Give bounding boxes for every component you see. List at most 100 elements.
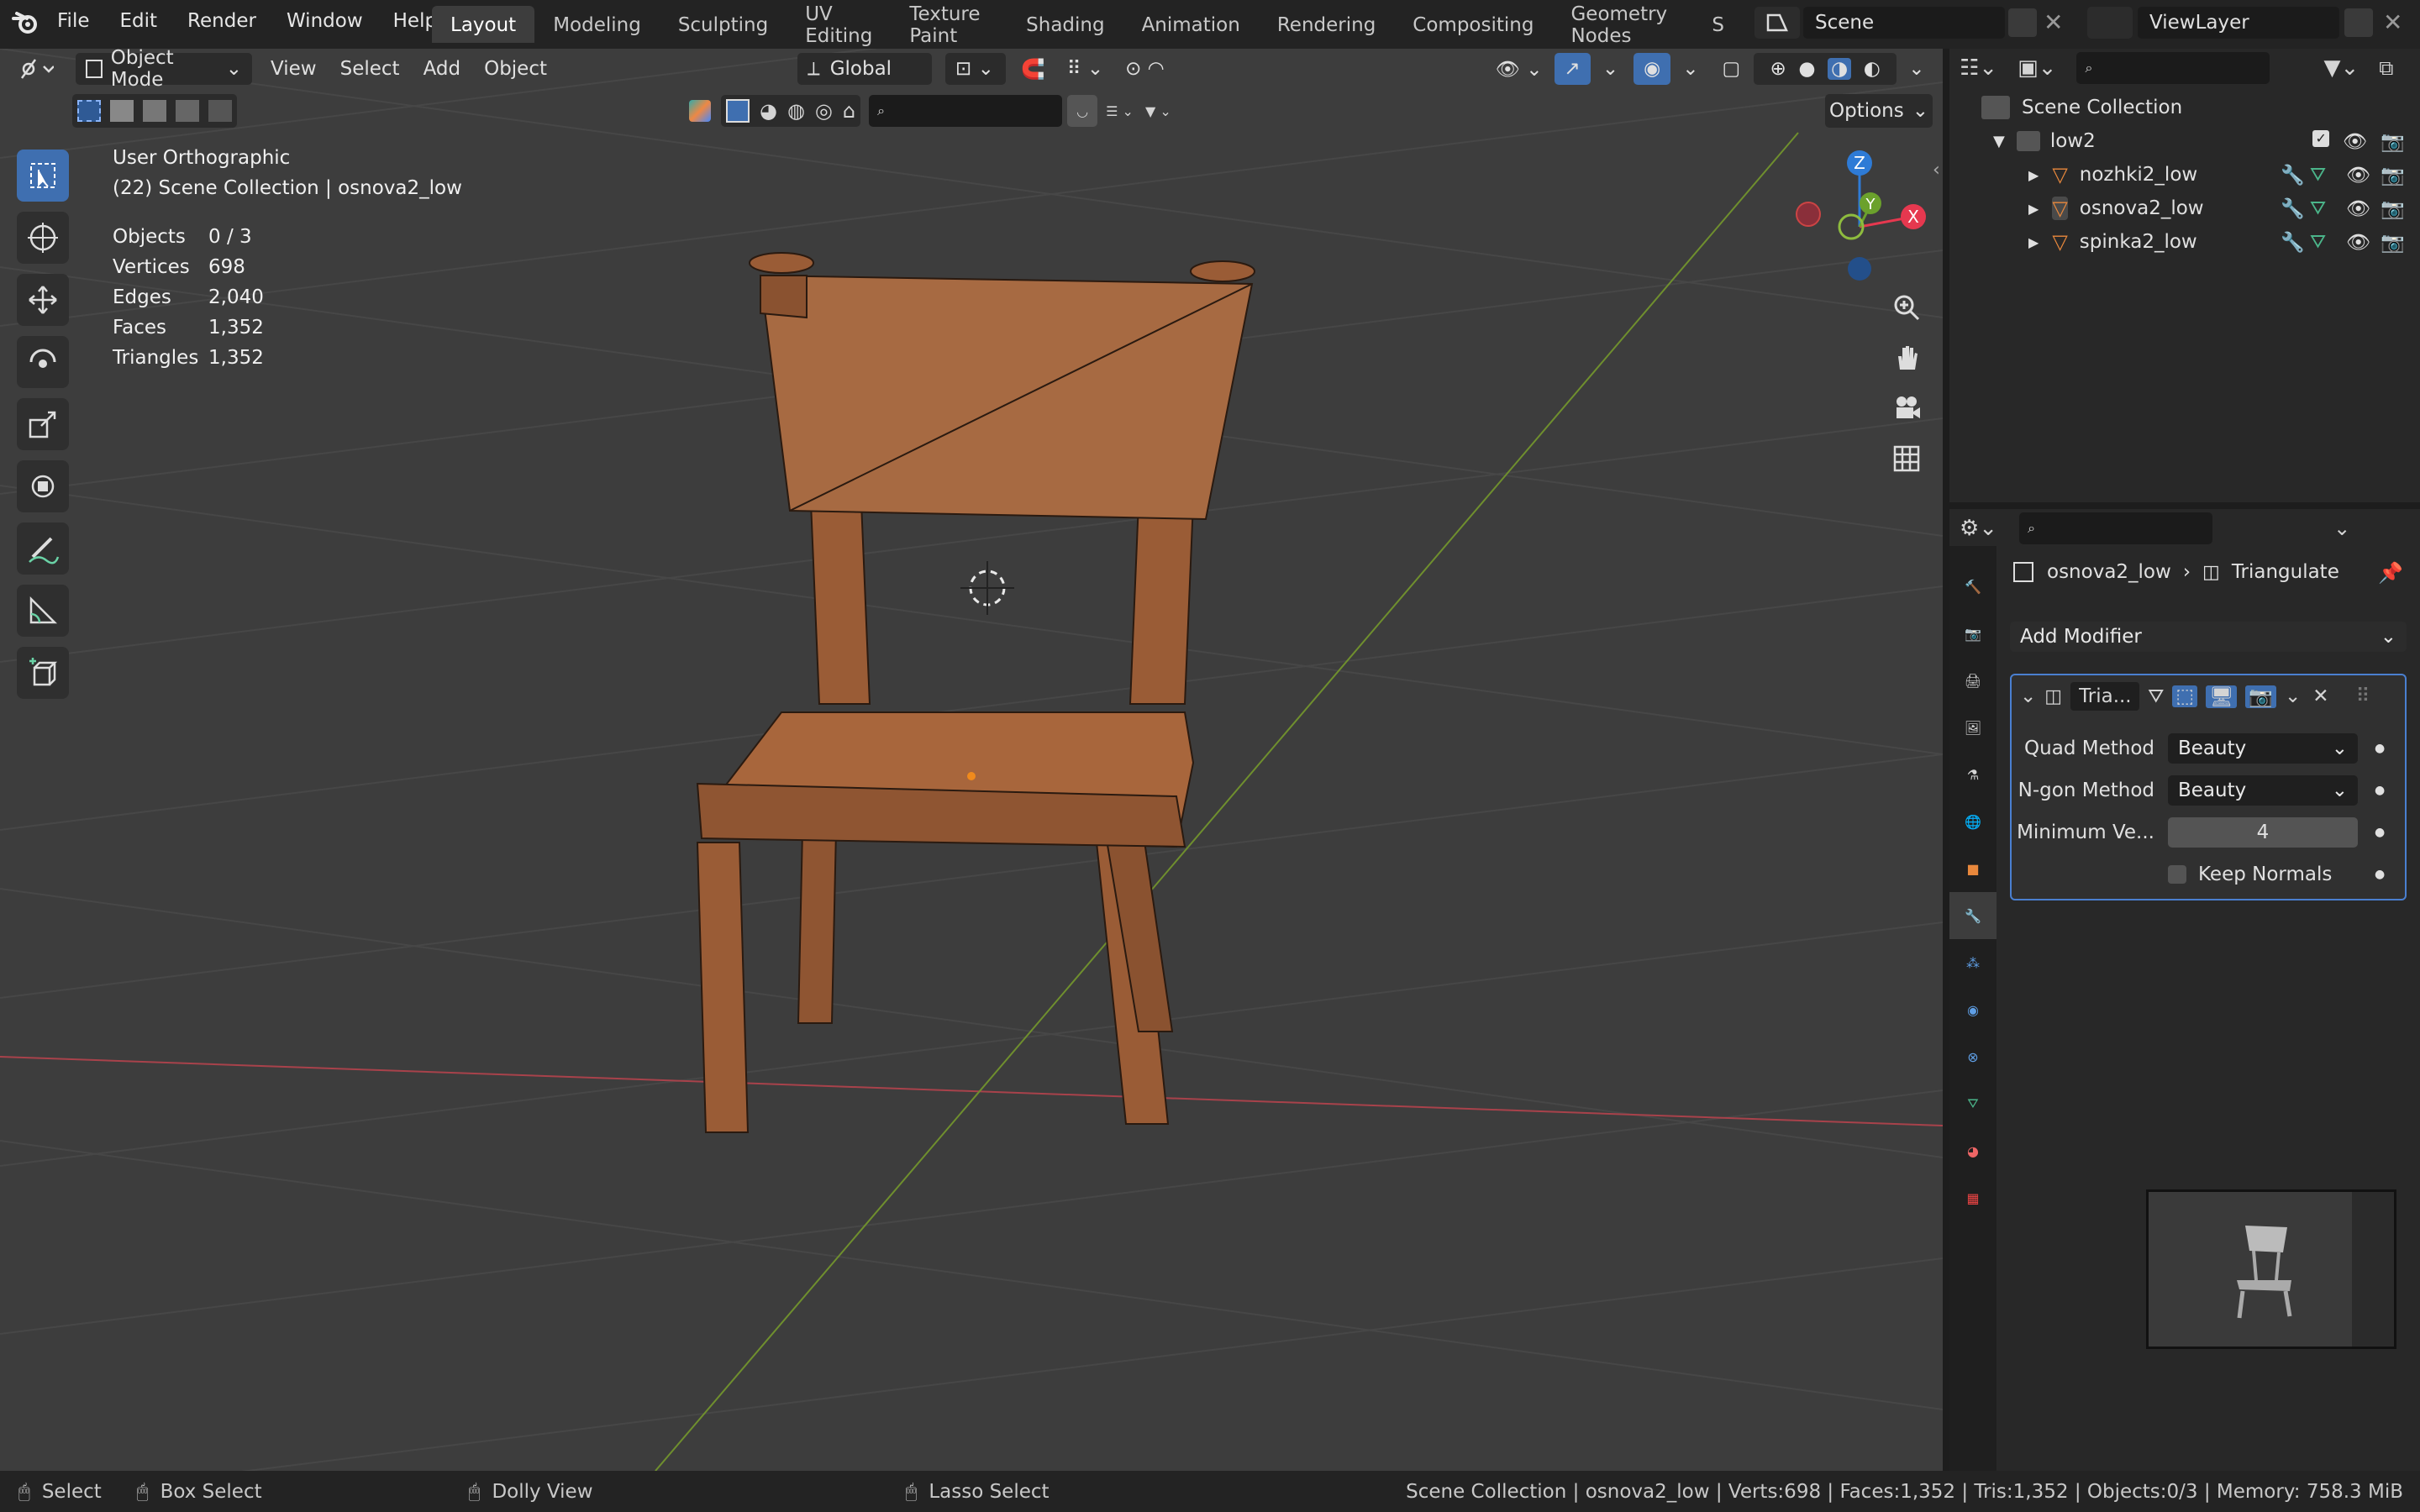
expand-arrow-icon[interactable]: ▶ xyxy=(2028,201,2039,217)
options-dropdown[interactable]: Options ⌄ xyxy=(1825,94,1933,128)
menu-file[interactable]: File xyxy=(42,10,105,32)
object-tab-icon[interactable]: ■ xyxy=(1949,845,1996,892)
mesh-data-icon[interactable]: ⛛ xyxy=(2310,164,2326,186)
snap-icon[interactable]: 🧲 xyxy=(1011,53,1055,85)
orientation-dropdown[interactable]: ⟂ Global xyxy=(797,53,933,85)
view-layer-field[interactable]: ViewLayer xyxy=(2138,7,2339,39)
menu-object[interactable]: Object xyxy=(474,53,557,85)
overlay-toggle-icon[interactable]: ◉ xyxy=(1634,53,1671,85)
select-mesh-icon[interactable] xyxy=(726,99,750,123)
new-view-layer-icon[interactable] xyxy=(2344,8,2373,37)
pan-hand-icon[interactable] xyxy=(1885,336,1928,380)
viewport-toggle-icon[interactable]: 🖥 xyxy=(2206,685,2238,708)
outliner-filter-icon[interactable]: ▼⌄ xyxy=(2323,55,2359,81)
pin-icon[interactable]: 📌 xyxy=(2378,561,2403,585)
transform-tool-icon[interactable] xyxy=(17,460,69,512)
overlay-dropdown-icon[interactable]: ⌄ xyxy=(1672,53,1708,85)
keyframe-dot-icon[interactable]: ● xyxy=(2375,868,2385,881)
blender-logo-icon[interactable] xyxy=(12,10,40,39)
tab-animation[interactable]: Animation xyxy=(1123,6,1259,43)
scene-collection-row[interactable]: Scene Collection xyxy=(1981,91,2405,124)
render-camera-icon[interactable]: 📷 xyxy=(2381,164,2405,186)
properties-editor-icon[interactable]: ⚙⌄ xyxy=(1960,516,1997,541)
add-cube-tool-icon[interactable] xyxy=(17,647,69,699)
scene-tab-icon[interactable]: ⚗ xyxy=(1949,751,1996,798)
pivot-point-icon[interactable]: ⊡ ⌄ xyxy=(945,53,1007,85)
visibility-eye-icon[interactable]: 👁 xyxy=(2346,231,2370,254)
output-tab-icon[interactable]: 🖨 xyxy=(1949,657,1996,704)
annotate-tool-icon[interactable] xyxy=(17,522,69,575)
edit-mode-toggle-icon[interactable]: ⛛ xyxy=(2148,685,2164,707)
tab-more[interactable]: S xyxy=(1693,6,1743,43)
tab-compositing[interactable]: Compositing xyxy=(1394,6,1552,43)
tab-rendering[interactable]: Rendering xyxy=(1259,6,1394,43)
zoom-icon[interactable] xyxy=(1885,286,1928,329)
modifier-tab-icon[interactable]: 🔧 xyxy=(1949,892,1996,939)
camera-view-icon[interactable] xyxy=(1885,386,1928,430)
min-vertices-field[interactable]: 4 xyxy=(2168,817,2358,848)
drag-handle-icon[interactable]: ⠿ xyxy=(2356,685,2370,707)
outliner-search-input[interactable]: ⌕ xyxy=(2076,52,2270,84)
select-tool-icon[interactable] xyxy=(17,150,69,202)
select-invert-icon[interactable] xyxy=(176,100,200,122)
mesh-data-icon[interactable]: ⛛ xyxy=(2310,231,2326,253)
modifier-wrench-icon[interactable]: 🔧 xyxy=(2281,197,2305,220)
3d-viewport[interactable] xyxy=(0,49,1943,1471)
object-types-icon[interactable] xyxy=(689,100,711,122)
data-tab-icon[interactable]: ⛛ xyxy=(1949,1080,1996,1127)
texture-tab-icon[interactable]: ▦ xyxy=(1949,1174,1996,1221)
curve-icon[interactable]: ◡ xyxy=(1067,95,1098,127)
measure-tool-icon[interactable] xyxy=(17,585,69,637)
material-tab-icon[interactable]: ◕ xyxy=(1949,1127,1996,1174)
gizmo-dropdown-icon[interactable]: ⌄ xyxy=(1592,53,1628,85)
solid-shading-icon[interactable]: ● xyxy=(1798,58,1815,80)
display-mode-icon[interactable]: ▣⌄ xyxy=(2018,55,2056,81)
material-icon[interactable]: ◕ xyxy=(760,99,777,123)
render-tab-icon[interactable]: 📷 xyxy=(1949,610,1996,657)
modifier-wrench-icon[interactable]: 🔧 xyxy=(2281,164,2305,186)
properties-options-icon[interactable]: ⌄ xyxy=(2333,517,2350,540)
menu-add[interactable]: Add xyxy=(413,53,471,85)
select-new-icon[interactable] xyxy=(76,100,101,122)
camera-icon[interactable]: ⌂ xyxy=(843,99,855,123)
visibility-eye-icon[interactable]: 👁 xyxy=(2343,130,2367,153)
close-view-layer-icon[interactable]: ✕ xyxy=(2383,8,2402,36)
proportional-edit-icon[interactable]: ⊙ ◠ xyxy=(1115,53,1175,85)
render-toggle-icon[interactable]: 📷 xyxy=(2245,685,2276,708)
select-subtract-icon[interactable] xyxy=(142,100,166,122)
collection-row[interactable]: ▼ low2 ✓ 👁 📷 xyxy=(1993,124,2405,158)
new-scene-icon[interactable] xyxy=(2008,8,2037,37)
world-tab-icon[interactable]: 🌐 xyxy=(1949,798,1996,845)
menu-window[interactable]: Window xyxy=(271,10,378,32)
render-camera-icon[interactable]: 📷 xyxy=(2381,130,2405,153)
expand-arrow-icon[interactable]: ▶ xyxy=(2028,167,2039,183)
window-thumbnail[interactable] xyxy=(2146,1189,2396,1349)
list-view-icon[interactable]: ☰ ⌄ xyxy=(1106,103,1134,119)
properties-search-input[interactable]: ⌕ xyxy=(2019,512,2213,544)
menu-edit[interactable]: Edit xyxy=(105,10,173,32)
tab-layout[interactable]: Layout xyxy=(432,6,535,43)
xray-icon[interactable]: ▢ xyxy=(1712,53,1750,85)
view-layer-icon[interactable] xyxy=(2087,7,2133,39)
remove-modifier-icon[interactable]: ✕ xyxy=(2312,685,2328,707)
gizmo-toggle-icon[interactable]: ↗ xyxy=(1554,53,1591,85)
shading-modes[interactable]: ⊕ ● ◑ ◐ xyxy=(1754,53,1897,85)
select-intersect-icon[interactable] xyxy=(208,100,233,122)
tab-texture-paint[interactable]: Texture Paint xyxy=(891,0,1007,49)
tab-sculpting[interactable]: Sculpting xyxy=(660,6,786,43)
collapse-icon[interactable]: ⌄ xyxy=(2020,685,2036,707)
tab-uv-editing[interactable]: UV Editing xyxy=(786,0,891,49)
tab-modeling[interactable]: Modeling xyxy=(534,6,660,43)
chair-model[interactable] xyxy=(696,252,1255,1133)
keep-normals-checkbox[interactable] xyxy=(2168,865,2186,884)
rendered-shading-icon[interactable]: ◐ xyxy=(1864,58,1881,80)
visibility-eye-icon[interactable]: 👁 xyxy=(2346,197,2370,220)
modifier-name-field[interactable]: Tria... xyxy=(2070,682,2140,711)
scene-field[interactable]: Scene xyxy=(1803,7,2005,39)
keyframe-dot-icon[interactable]: ● xyxy=(2375,742,2385,755)
exclude-checkbox[interactable]: ✓ xyxy=(2312,129,2330,147)
outliner-object-row[interactable]: ▶ ▽ spinka2_low 🔧 ⛛ 👁 📷 xyxy=(2028,225,2405,259)
close-scene-icon[interactable]: ✕ xyxy=(2044,8,2063,36)
mesh-data-icon[interactable]: ⛛ xyxy=(2310,197,2326,219)
render-camera-icon[interactable]: 📷 xyxy=(2381,197,2405,220)
